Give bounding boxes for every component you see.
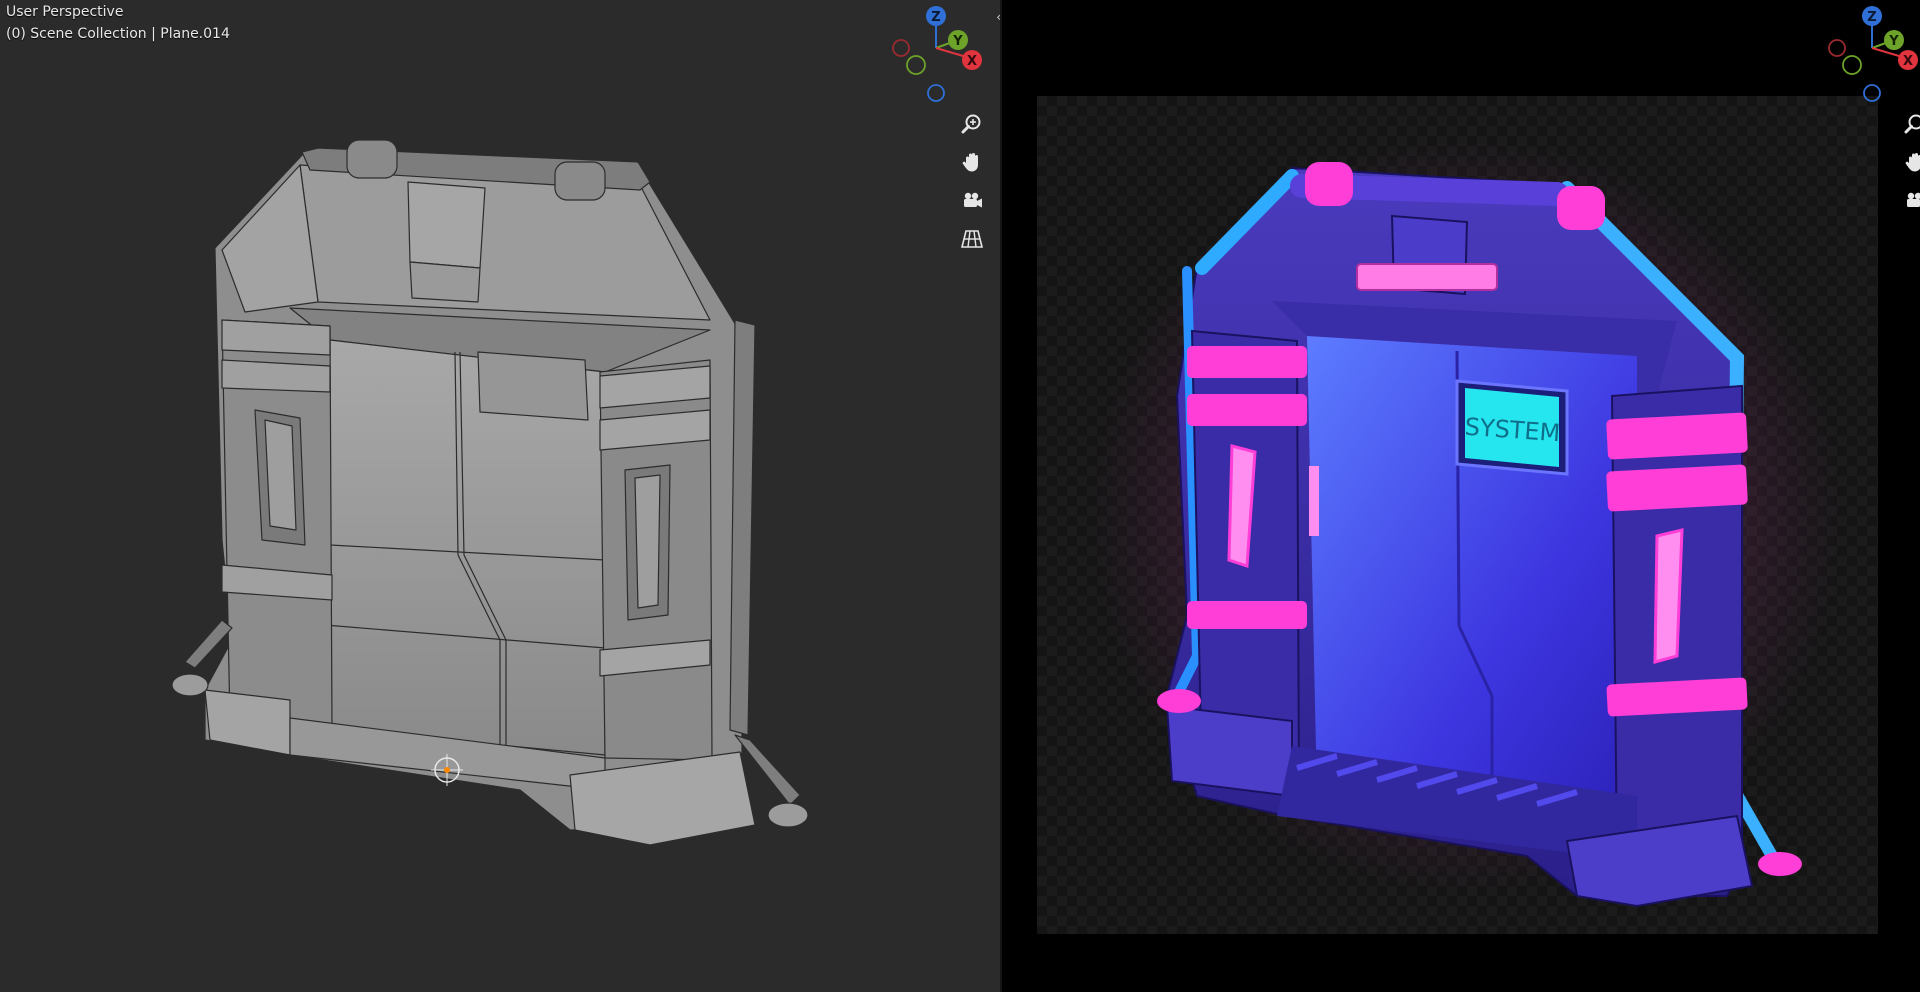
axis-neg-z-icon[interactable]	[927, 84, 945, 102]
axis-z-label: Z	[1867, 10, 1876, 25]
viewport-mode-label: User Perspective	[6, 4, 124, 20]
reference-image: SYSTEM	[1037, 96, 1878, 934]
axis-z-label: Z	[931, 10, 940, 25]
axis-x-label: X	[967, 54, 977, 69]
hand-pan-icon	[962, 153, 978, 172]
axis-neg-x-icon[interactable]	[892, 39, 910, 57]
ortho-toggle-button[interactable]	[957, 224, 987, 254]
viewport-left[interactable]: User Perspective (0) Scene Collection | …	[0, 0, 1002, 992]
grid-icon	[960, 230, 984, 248]
axis-gizmo-secondary[interactable]: Z Y X	[1816, 0, 1920, 110]
axis-gizmo[interactable]: Z Y X	[880, 0, 990, 110]
pan-button-secondary[interactable]	[1900, 147, 1920, 177]
hand-pan-icon	[1905, 153, 1920, 172]
axis-neg-y-icon[interactable]	[1842, 55, 1862, 75]
camera-icon	[1907, 192, 1920, 207]
viewport-right[interactable]: SYSTEM Z Y X	[1002, 0, 1920, 992]
camera-icon	[964, 192, 982, 208]
camera-view-button[interactable]	[957, 186, 987, 216]
zoom-icon	[961, 114, 981, 134]
camera-view-button-secondary[interactable]	[1900, 186, 1920, 216]
pan-button[interactable]	[957, 147, 987, 177]
mesh-model[interactable]	[0, 0, 1002, 992]
axis-neg-x-icon[interactable]	[1828, 39, 1846, 57]
axis-neg-y-icon[interactable]	[906, 55, 926, 75]
axis-neg-z-icon[interactable]	[1863, 84, 1881, 102]
zoom-button-secondary[interactable]	[1900, 109, 1920, 139]
axis-y-label: Y	[1888, 34, 1899, 49]
active-object-label: (0) Scene Collection | Plane.014	[6, 26, 230, 42]
axis-y-label: Y	[952, 34, 963, 49]
zoom-icon	[1904, 114, 1920, 134]
axis-x-label: X	[1903, 54, 1913, 69]
zoom-button[interactable]	[957, 109, 987, 139]
